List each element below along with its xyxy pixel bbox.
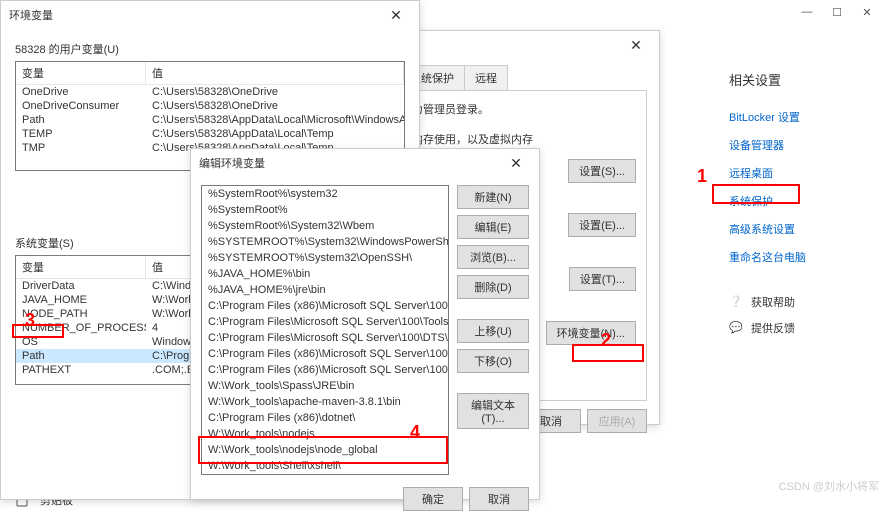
list-item[interactable]: C:\Program Files (x86)\Microsoft SQL Ser…	[202, 346, 448, 362]
table-row[interactable]: TEMPC:\Users\58328\AppData\Local\Temp	[16, 127, 404, 141]
feedback-label: 提供反馈	[751, 320, 795, 336]
list-item[interactable]: %SYSTEMROOT%\System32\WindowsPowerShell\…	[202, 234, 448, 250]
list-item[interactable]: W:\Work_tools\Spass\JRE\bin	[202, 378, 448, 394]
maximize-button[interactable]: ☐	[831, 6, 843, 19]
table-row[interactable]: PathC:\Users\58328\AppData\Local\Microso…	[16, 113, 404, 127]
col-value: 值	[146, 62, 404, 84]
get-help-label: 获取帮助	[751, 294, 795, 310]
link-device-manager[interactable]: 设备管理器	[729, 131, 869, 159]
list-item[interactable]: C:\Program Files (x86)\NetSarang\Xftp 7\	[202, 474, 448, 475]
minimize-button[interactable]: —	[801, 6, 813, 19]
col-variable: 变量	[16, 62, 146, 84]
close-icon[interactable]: ✕	[501, 155, 531, 172]
settings-e-button[interactable]: 设置(E)...	[568, 213, 636, 237]
related-settings-header: 相关设置	[729, 70, 869, 89]
close-icon[interactable]: ✕	[621, 37, 651, 54]
new-button[interactable]: 新建(N)	[457, 185, 529, 209]
link-rename-pc[interactable]: 重命名这台电脑	[729, 243, 869, 271]
link-remote-desktop[interactable]: 远程桌面	[729, 159, 869, 187]
settings-s-button[interactable]: 设置(S)...	[568, 159, 636, 183]
user-vars-label: 58328 的用户变量(U)	[15, 41, 405, 57]
dialog-title: 编辑环境变量	[199, 155, 265, 171]
apply-button[interactable]: 应用(A)	[587, 409, 647, 433]
feedback-link[interactable]: 💬 提供反馈	[729, 315, 869, 341]
list-item[interactable]: %SYSTEMROOT%\System32\OpenSSH\	[202, 250, 448, 266]
cancel-button[interactable]: 取消	[469, 487, 529, 511]
link-advanced-system[interactable]: 高级系统设置	[729, 215, 869, 243]
list-item[interactable]: W:\Work_tools\Shell\xshell\	[202, 458, 448, 474]
edittext-button[interactable]: 编辑文本(T)...	[457, 393, 529, 429]
link-bitlocker[interactable]: BitLocker 设置	[729, 103, 869, 131]
feedback-icon: 💬	[729, 321, 743, 335]
list-item[interactable]: C:\Program Files (x86)\Microsoft SQL Ser…	[202, 298, 448, 314]
list-item[interactable]: C:\Program Files (x86)\Microsoft SQL Ser…	[202, 362, 448, 378]
table-row[interactable]: OneDriveConsumerC:\Users\58328\OneDrive	[16, 99, 404, 113]
edit-button[interactable]: 编辑(E)	[457, 215, 529, 239]
list-item[interactable]: W:\Work_tools\apache-maven-3.8.1\bin	[202, 394, 448, 410]
list-item[interactable]: %JAVA_HOME%\jre\bin	[202, 282, 448, 298]
close-button[interactable]: ✕	[861, 6, 873, 19]
list-item[interactable]: %SystemRoot%\System32\Wbem	[202, 218, 448, 234]
close-icon[interactable]: ✕	[381, 7, 411, 24]
annotation-1: 1	[697, 166, 707, 187]
get-help-link[interactable]: ❔ 获取帮助	[729, 289, 869, 315]
list-item[interactable]: %SystemRoot%\system32	[202, 186, 448, 202]
list-item[interactable]: C:\Program Files\Microsoft SQL Server\10…	[202, 314, 448, 330]
help-icon: ❔	[729, 295, 743, 309]
list-item[interactable]: C:\Program Files\Microsoft SQL Server\10…	[202, 330, 448, 346]
col-variable: 变量	[16, 256, 146, 278]
delete-button[interactable]: 删除(D)	[457, 275, 529, 299]
moveup-button[interactable]: 上移(U)	[457, 319, 529, 343]
table-row[interactable]: OneDriveC:\Users\58328\OneDrive	[16, 85, 404, 99]
tab-remote[interactable]: 远程	[464, 65, 508, 90]
env-var-button[interactable]: 环境变量(N)...	[546, 321, 636, 345]
ok-button[interactable]: 确定	[403, 487, 463, 511]
movedown-button[interactable]: 下移(O)	[457, 349, 529, 373]
list-item[interactable]: %JAVA_HOME%\bin	[202, 266, 448, 282]
watermark: CSDN @刘水小将军	[779, 478, 879, 494]
path-list[interactable]: %SystemRoot%\system32%SystemRoot%%System…	[201, 185, 449, 475]
list-item[interactable]: %SystemRoot%	[202, 202, 448, 218]
list-item[interactable]: W:\Work_tools\nodejs\node_global	[202, 442, 448, 458]
link-system-protection[interactable]: 系统保护	[729, 187, 869, 215]
browse-button[interactable]: 浏览(B)...	[457, 245, 529, 269]
settings-t-button[interactable]: 设置(T)...	[569, 267, 636, 291]
list-item[interactable]: C:\Program Files (x86)\dotnet\	[202, 410, 448, 426]
list-item[interactable]: W:\Work_tools\nodejs	[202, 426, 448, 442]
dialog-title: 环境变量	[9, 7, 53, 23]
edit-path-dialog: 编辑环境变量 ✕ %SystemRoot%\system32%SystemRoo…	[190, 148, 540, 500]
